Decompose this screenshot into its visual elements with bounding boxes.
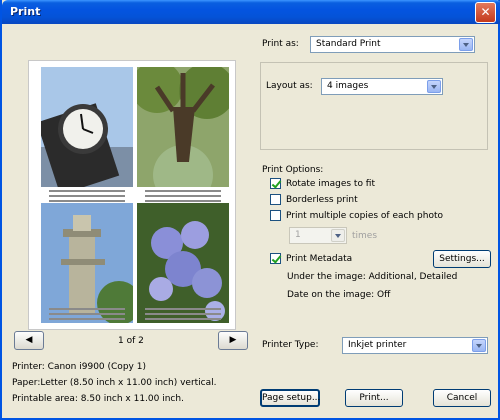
- printer-type-select[interactable]: Inkjet printer: [342, 337, 488, 354]
- printer-type-value: Inkjet printer: [348, 340, 407, 350]
- print-dialog: Print ✕ ◀ 1 of 2 ▶ Printer: Canon i9900 …: [0, 0, 500, 420]
- window-title: Print: [10, 5, 41, 18]
- print-options-label: Print Options:: [262, 165, 324, 175]
- print-as-label: Print as:: [262, 39, 299, 49]
- title-bar[interactable]: Print ✕: [2, 0, 500, 24]
- preview-photo-tree: [137, 67, 229, 187]
- settings-button[interactable]: Settings...: [433, 250, 491, 268]
- chevron-down-icon: [331, 229, 345, 242]
- paper-info: Paper:Letter (8.50 inch x 11.00 inch) ve…: [12, 378, 217, 388]
- layout-as-label: Layout as:: [266, 81, 313, 91]
- copies-value: 1: [295, 230, 301, 240]
- date-on-image-info: Date on the image: Off: [287, 290, 391, 300]
- print-metadata-label[interactable]: Print Metadata: [286, 254, 352, 264]
- next-page-button[interactable]: ▶: [218, 331, 248, 350]
- times-label: times: [352, 231, 378, 241]
- under-image-info: Under the image: Additional, Detailed: [287, 272, 458, 282]
- layout-group: Layout as: 4 images: [260, 62, 488, 150]
- previous-page-button[interactable]: ◀: [14, 331, 44, 350]
- chevron-down-icon: [427, 80, 441, 93]
- page-setup-button[interactable]: Page setup...: [260, 389, 320, 407]
- photo-caption: [137, 305, 229, 327]
- multiple-copies-checkbox[interactable]: [270, 210, 281, 221]
- print-metadata-checkbox[interactable]: [270, 253, 281, 264]
- close-button[interactable]: ✕: [475, 2, 496, 23]
- printer-type-label: Printer Type:: [262, 340, 319, 350]
- print-as-value: Standard Print: [316, 39, 381, 49]
- print-button[interactable]: Print...: [345, 389, 403, 407]
- borderless-label[interactable]: Borderless print: [286, 195, 358, 205]
- printable-area-info: Printable area: 8.50 inch x 11.00 inch.: [12, 394, 184, 404]
- printer-name-info: Printer: Canon i9900 (Copy 1): [12, 362, 146, 372]
- borderless-checkbox[interactable]: [270, 194, 281, 205]
- chevron-down-icon: [472, 339, 486, 352]
- preview-photo-clock: [41, 67, 133, 187]
- page-indicator: 1 of 2: [118, 336, 144, 346]
- photo-caption: [41, 305, 133, 327]
- layout-as-value: 4 images: [327, 81, 369, 91]
- rotate-images-checkbox[interactable]: [270, 178, 281, 189]
- print-preview: [28, 60, 236, 330]
- cancel-button[interactable]: Cancel: [433, 389, 491, 407]
- layout-as-select[interactable]: 4 images: [321, 78, 443, 95]
- copies-select[interactable]: 1: [289, 227, 347, 244]
- print-as-select[interactable]: Standard Print: [310, 36, 475, 53]
- chevron-down-icon: [459, 38, 473, 51]
- multiple-copies-label[interactable]: Print multiple copies of each photo: [286, 211, 443, 221]
- rotate-images-label[interactable]: Rotate images to fit: [286, 179, 375, 189]
